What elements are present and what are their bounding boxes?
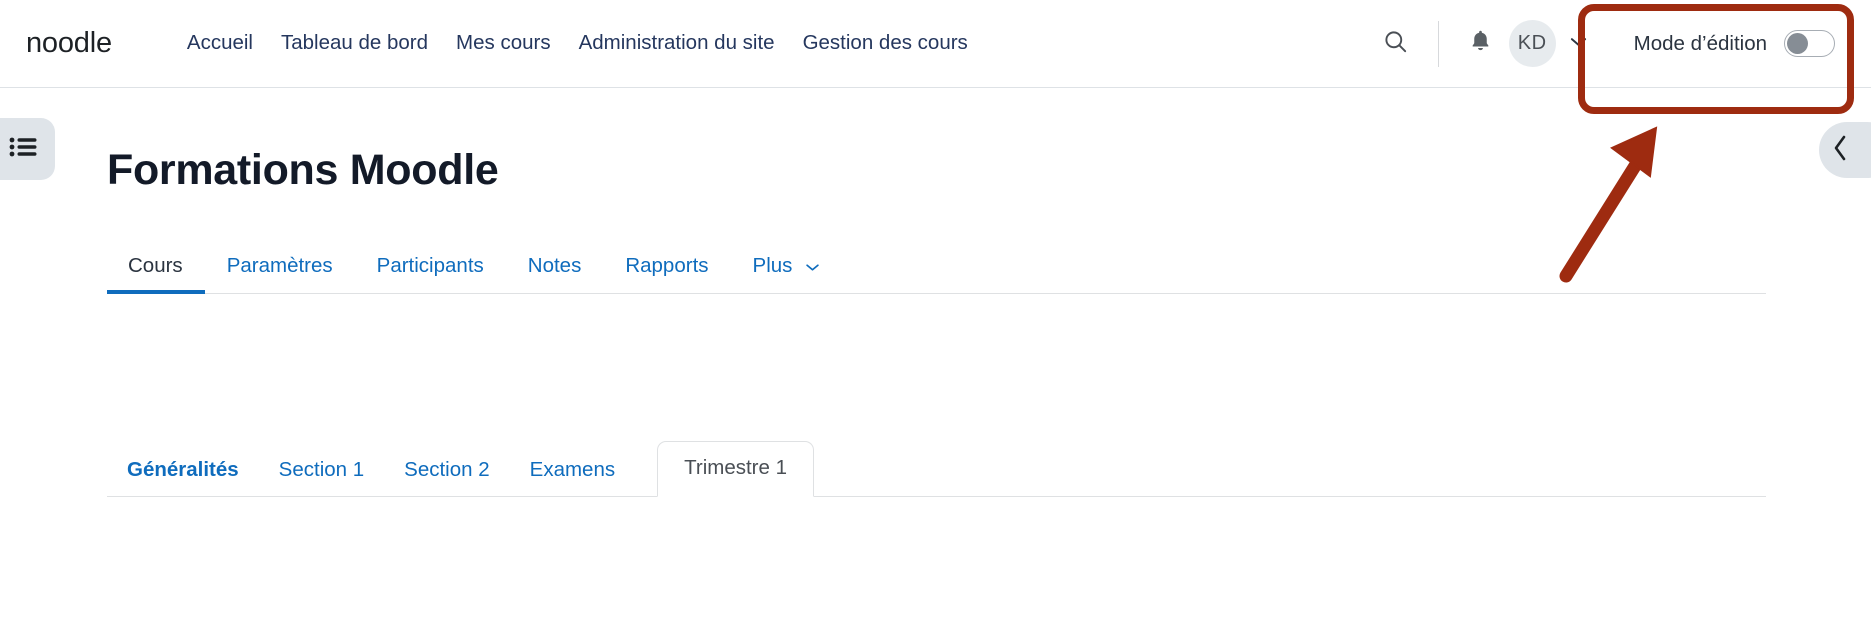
page-title: Formations Moodle: [107, 146, 499, 194]
section-tab-section-1[interactable]: Section 1: [259, 459, 384, 498]
section-tab-generalites[interactable]: Généralités: [107, 459, 259, 498]
user-menu-button[interactable]: KD: [1508, 20, 1588, 67]
tab-plus[interactable]: Plus: [731, 253, 843, 294]
primary-navbar: noodle Accueil Tableau de bord Mes cours…: [0, 0, 1871, 88]
edit-mode-label: Mode d’édition: [1633, 31, 1767, 55]
navbar-right-group: KD Mode d’édition: [1372, 0, 1871, 88]
chevron-down-icon: [805, 259, 820, 276]
section-tab-examens[interactable]: Examens: [510, 459, 635, 498]
search-icon: [1382, 28, 1409, 60]
switch-knob: [1787, 33, 1808, 54]
moodle-course-page: noodle Accueil Tableau de bord Mes cours…: [0, 0, 1871, 617]
tab-parametres[interactable]: Paramètres: [205, 255, 355, 294]
nav-item-administration-du-site[interactable]: Administration du site: [565, 33, 789, 54]
avatar: KD: [1508, 20, 1556, 67]
tab-rapports[interactable]: Rapports: [603, 255, 730, 294]
nav-item-accueil[interactable]: Accueil: [173, 33, 267, 54]
chevron-left-icon: [1831, 133, 1851, 168]
section-tab-section-2[interactable]: Section 2: [384, 459, 509, 498]
primary-nav: Accueil Tableau de bord Mes cours Admini…: [173, 33, 982, 54]
nav-item-tableau-de-bord[interactable]: Tableau de bord: [267, 33, 442, 54]
bell-icon: [1468, 28, 1493, 59]
site-logo[interactable]: noodle: [26, 29, 112, 58]
course-index-list-icon: [9, 135, 39, 164]
nav-item-gestion-des-cours[interactable]: Gestion des cours: [789, 33, 982, 54]
chevron-down-icon: [1569, 35, 1588, 53]
navbar-divider: [1437, 20, 1439, 67]
tab-notes[interactable]: Notes: [506, 255, 604, 294]
tab-participants[interactable]: Participants: [355, 255, 506, 294]
tab-cours[interactable]: Cours: [107, 255, 205, 294]
edit-mode-toggle[interactable]: Mode d’édition: [1634, 30, 1835, 57]
course-index-drawer-toggle[interactable]: [0, 118, 55, 180]
edit-mode-switch[interactable]: [1784, 30, 1835, 57]
nav-item-mes-cours[interactable]: Mes cours: [442, 33, 565, 54]
notifications-button[interactable]: [1457, 20, 1505, 68]
section-tab-trimestre-1[interactable]: Trimestre 1: [657, 440, 814, 497]
section-tabs: Généralités Section 1 Section 2 Examens …: [107, 440, 1766, 498]
search-button[interactable]: [1372, 20, 1420, 68]
course-nav-tabs: Cours Paramètres Participants Notes Rapp…: [107, 240, 1766, 294]
block-drawer-toggle[interactable]: [1819, 122, 1871, 178]
tab-plus-label: Plus: [752, 253, 793, 277]
